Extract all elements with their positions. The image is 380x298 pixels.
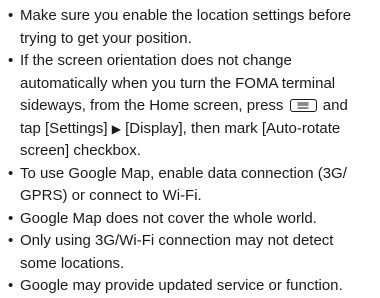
note-text: sideways, from the Home screen, press [20,97,284,114]
note-item: • To use Google Map, enable data connect… [8,163,376,208]
note-text: To use Google Map, enable data connectio… [20,164,347,182]
note-text: Make sure you enable the location settin… [20,7,352,24]
triangle-right-icon: ▶ [111,121,121,136]
note-text: Google Map does not cover the whole worl… [20,209,317,227]
note-text-line: sideways, from the Home screen, press an… [20,95,376,118]
note-item: • If the screen orientation does not cha… [8,50,376,163]
note-item: • Google may provide updated service or … [8,275,376,298]
note-text: tap [Settings] [20,119,108,137]
note-item: • Make sure you enable the location sett… [8,5,376,50]
bullet: • [8,277,14,294]
note-text: Google may provide updated service or fu… [20,277,343,294]
note-text: GPRS) or connect to Wi-Fi. [20,187,202,204]
note-item: • Only using 3G/Wi-Fi connection may not… [8,230,376,275]
note-text: some locations. [20,254,125,272]
note-text: Only using 3G/Wi-Fi connection may not d… [20,232,334,249]
bullet: • [8,164,14,182]
menu-key-icon [289,99,317,112]
note-text: If the screen orientation does not chang… [20,52,292,69]
note-text: and [322,97,348,114]
bullet: • [8,209,14,227]
note-item: • Google Map does not cover the whole wo… [8,208,376,231]
note-text-line: tap [Settings] ▶ [Display], then mark [A… [20,118,376,141]
bullet: • [8,7,14,24]
note-text: trying to get your position. [20,29,192,47]
note-text: screen] checkbox. [20,142,141,159]
note-text: automatically when you turn the FOMA ter… [20,74,336,92]
bullet: • [8,52,14,69]
bullet: • [8,232,14,249]
note-text: [Display], then mark [Auto-rotate [125,119,341,137]
notes-list: • Make sure you enable the location sett… [8,5,376,298]
